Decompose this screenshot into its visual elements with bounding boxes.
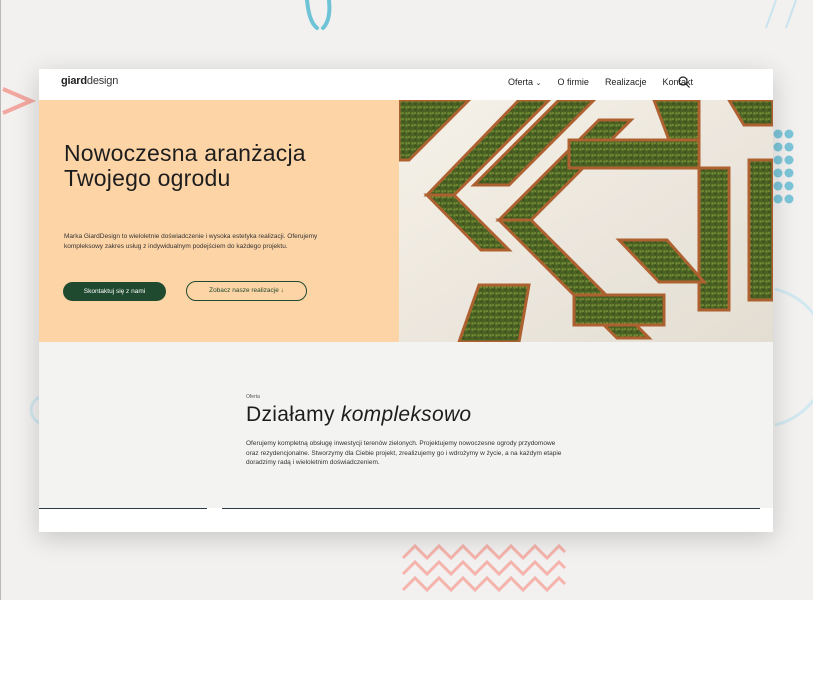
top-navigation: giarddesign Oferta ⌄ O firmie Realizacje… [39,69,773,100]
light-blue-lines-decoration [765,0,797,29]
nav-item-oferta[interactable]: Oferta ⌄ [508,77,541,87]
search-icon[interactable] [677,75,691,89]
hero-text-panel: Nowoczesna aranżacja Twojego ogrodu Mark… [39,100,399,342]
see-projects-button[interactable]: Zobacz nasze realizacje ↓ [186,281,307,301]
blue-arcs-decoration [305,0,332,30]
contact-button[interactable]: Skontaktuj się z nami [63,282,166,301]
offer-description: Oferujemy kompletną obsługę inwestycji t… [246,440,562,466]
nav-item-realizacje[interactable]: Realizacje [605,77,647,87]
nav-item-label: Oferta [508,77,534,87]
main-menu: Oferta ⌄ O firmie Realizacje Kontakt [508,77,693,87]
next-section-strip [39,508,773,532]
hero-description: Marka GiardDesign to wieloletnie doświad… [64,233,318,250]
website-preview-card: giarddesign Oferta ⌄ O firmie Realizacje… [39,69,773,532]
logo-light-text: design [86,75,119,87]
hero-title: Nowoczesna aranżacja Twojego ogrodu [64,140,306,191]
offer-section: Oferta Działamy kompleksowo Oferujemy ko… [39,342,773,508]
divider-line-right [222,508,760,509]
pink-zigzag-decoration [401,543,567,592]
logo-bold-text: giard [61,75,87,87]
see-projects-label: Zobacz nasze realizacje [209,287,279,294]
blue-dots-decoration [773,129,794,204]
divider-line-left [39,508,207,509]
arrow-down-icon: ↓ [280,287,284,294]
maze-illustration [399,100,773,342]
pink-chevron-decoration [2,87,37,115]
offer-eyebrow: Oferta [246,394,260,400]
site-logo[interactable]: giarddesign [61,75,118,87]
hero-garden-maze-image: ← → [399,100,773,342]
nav-item-o-firmie[interactable]: O firmie [557,77,589,87]
offer-title-italic: kompleksowo [340,403,472,426]
chevron-down-icon: ⌄ [535,80,542,87]
offer-title: Działamy kompleksowo [246,403,471,427]
offer-title-regular: Działamy [246,403,341,426]
